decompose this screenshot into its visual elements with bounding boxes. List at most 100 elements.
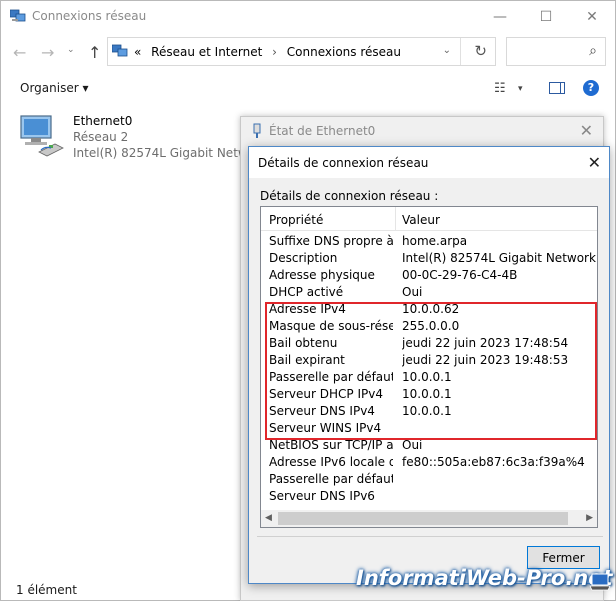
details-close-icon[interactable]: ✕ [588, 153, 601, 172]
window-title: Connexions réseau [32, 9, 147, 23]
value-cell: 10.0.0.62 [402, 302, 460, 316]
address-divider [460, 38, 461, 65]
details-title-bar: Détails de connexion réseau ✕ [249, 147, 609, 178]
address-bar[interactable]: « Réseau et Internet › Connexions réseau… [107, 37, 496, 66]
value-cell: Oui [402, 438, 423, 452]
value-cell: 10.0.0.1 [402, 370, 452, 384]
property-cell: Suffixe DNS propre à la ... [269, 234, 393, 248]
property-cell: DHCP activé [269, 285, 344, 299]
table-row[interactable]: Serveur DHCP IPv4 10.0.0.1 [261, 386, 597, 403]
table-row[interactable]: Serveur DNS IPv4 10.0.0.1 [261, 403, 597, 420]
search-input[interactable]: ⌕ [506, 37, 606, 66]
table-row[interactable]: Serveur DNS IPv6 [261, 488, 597, 505]
refresh-icon[interactable]: ↻ [474, 42, 487, 60]
table-row[interactable]: Bail obtenu jeudi 22 juin 2023 17:48:54 [261, 335, 597, 352]
property-cell: Adresse IPv6 locale de li... [269, 455, 393, 469]
dialog-divider [257, 536, 603, 537]
value-cell: jeudi 22 juin 2023 19:48:53 [402, 353, 569, 367]
table-row[interactable]: Serveur WINS IPv4 [261, 420, 597, 437]
column-header-value[interactable]: Valeur [402, 213, 440, 227]
details-list-view[interactable]: Propriété Valeur Suffixe DNS propre à la… [260, 206, 598, 528]
title-bar: Connexions réseau — ☐ ✕ [1, 1, 615, 32]
value-cell: 10.0.0.1 [402, 404, 452, 418]
ethernet-adapter-icon [20, 115, 64, 157]
value-cell: home.arpa [402, 234, 468, 248]
horizontal-scrollbar[interactable]: ◀ ▶ [261, 510, 597, 527]
property-cell: NetBIOS sur TCP/IP act... [269, 438, 393, 452]
preview-pane-icon[interactable] [549, 82, 565, 94]
details-dialog-title: Détails de connexion réseau [258, 156, 429, 170]
network-connections-icon [10, 9, 26, 22]
list-item-ethernet0[interactable]: Ethernet0 Réseau 2 Intel(R) 82574L Gigab… [19, 112, 267, 162]
property-cell: Adresse physique [269, 268, 375, 282]
value-cell: Oui [402, 285, 423, 299]
table-row[interactable]: Masque de sous-réseau ... 255.0.0.0 [261, 318, 597, 335]
table-row[interactable]: Adresse IPv4 10.0.0.62 [261, 301, 597, 318]
value-cell: jeudi 22 juin 2023 17:48:54 [402, 336, 569, 350]
ethernet-status-icon [253, 123, 261, 138]
laptop-logo-icon [589, 573, 611, 591]
property-cell: Serveur DNS IPv4 [269, 404, 375, 418]
table-row[interactable]: Bail expirant jeudi 22 juin 2023 19:48:53 [261, 352, 597, 369]
command-bar: Organiser ▾ ☷ ▾ ? [1, 73, 615, 105]
organize-label: Organiser [20, 81, 79, 95]
up-arrow-icon[interactable]: ↑ [88, 43, 101, 62]
connection-network: Réseau 2 [73, 130, 129, 144]
back-arrow-icon[interactable]: ← [13, 43, 26, 62]
column-header-property[interactable]: Propriété [269, 213, 323, 227]
connection-name: Ethernet0 [73, 114, 133, 128]
breadcrumb-item-network-internet[interactable]: Réseau et Internet [151, 45, 262, 59]
property-cell: Bail expirant [269, 353, 345, 367]
minimize-button[interactable]: — [477, 1, 523, 32]
property-cell: Passerelle par défaut IPv4 [269, 370, 393, 384]
property-cell: Serveur DNS IPv6 [269, 489, 375, 503]
table-row[interactable]: Suffixe DNS propre à la ... home.arpa [261, 233, 597, 250]
forward-arrow-icon[interactable]: → [41, 43, 54, 62]
table-row[interactable]: DHCP activé Oui [261, 284, 597, 301]
property-cell: Serveur WINS IPv4 [269, 421, 382, 435]
details-dialog: Détails de connexion réseau ✕ Détails de… [248, 146, 610, 584]
change-view-icon[interactable]: ☷ [494, 81, 506, 96]
close-button[interactable]: ✕ [569, 1, 615, 32]
table-row[interactable]: Adresse physique 00-0C-29-76-C4-4B [261, 267, 597, 284]
property-cell: Passerelle par défaut IPv6 [269, 472, 393, 486]
status-window-close-button[interactable]: ✕ [580, 121, 593, 140]
scroll-right-icon[interactable]: ▶ [586, 513, 593, 523]
table-row[interactable]: Passerelle par défaut IPv4 10.0.0.1 [261, 369, 597, 386]
column-divider[interactable] [395, 207, 396, 231]
details-rows: Suffixe DNS propre à la ... home.arpa Desc… [261, 233, 597, 505]
organize-button[interactable]: Organiser ▾ [20, 81, 89, 95]
scrollbar-thumb[interactable] [278, 512, 568, 525]
property-cell: Bail obtenu [269, 336, 338, 350]
value-cell: fe80::505a:eb87:6c3a:f39a%4 [402, 455, 585, 469]
status-bar-count: 1 élément [16, 583, 77, 597]
scroll-left-icon[interactable]: ◀ [265, 513, 272, 523]
breadcrumb-item-network-connections[interactable]: Connexions réseau [287, 45, 401, 59]
breadcrumb-overflow-icon[interactable]: « [134, 45, 141, 59]
value-cell: 10.0.0.1 [402, 387, 452, 401]
value-cell: Intel(R) 82574L Gigabit Network Connect [402, 251, 597, 265]
list-header: Propriété Valeur [261, 207, 597, 231]
property-cell: Description [269, 251, 338, 265]
table-row[interactable]: Adresse IPv6 locale de li... fe80::505a:e… [261, 454, 597, 471]
property-cell: Adresse IPv4 [269, 302, 346, 316]
navigation-bar: ← → ⌄ ↑ « Réseau et Internet › Connexion… [1, 34, 615, 70]
breadcrumb-separator-icon[interactable]: › [272, 45, 277, 59]
help-icon[interactable]: ? [583, 80, 599, 96]
address-dropdown-icon[interactable]: ⌄ [443, 45, 451, 56]
view-dropdown-icon[interactable]: ▾ [518, 84, 523, 94]
table-row[interactable]: Description Intel(R) 82574L Gigabit Netwo… [261, 250, 597, 267]
property-cell: Masque de sous-réseau ... [269, 319, 393, 333]
value-cell: 00-0C-29-76-C4-4B [402, 268, 518, 282]
details-list-label: Détails de connexion réseau : [260, 189, 439, 203]
breadcrumb: « Réseau et Internet › Connexions réseau [134, 45, 407, 59]
value-cell: 255.0.0.0 [402, 319, 460, 333]
maximize-button[interactable]: ☐ [523, 1, 569, 32]
connection-adapter: Intel(R) 82574L Gigabit Network [73, 146, 267, 160]
network-connections-icon [112, 44, 128, 57]
table-row[interactable]: NetBIOS sur TCP/IP act... Oui [261, 437, 597, 454]
recent-locations-chevron-icon[interactable]: ⌄ [67, 45, 75, 55]
table-row[interactable]: Passerelle par défaut IPv6 [261, 471, 597, 488]
property-cell: Serveur DHCP IPv4 [269, 387, 383, 401]
organize-dropdown-icon: ▾ [82, 81, 89, 95]
